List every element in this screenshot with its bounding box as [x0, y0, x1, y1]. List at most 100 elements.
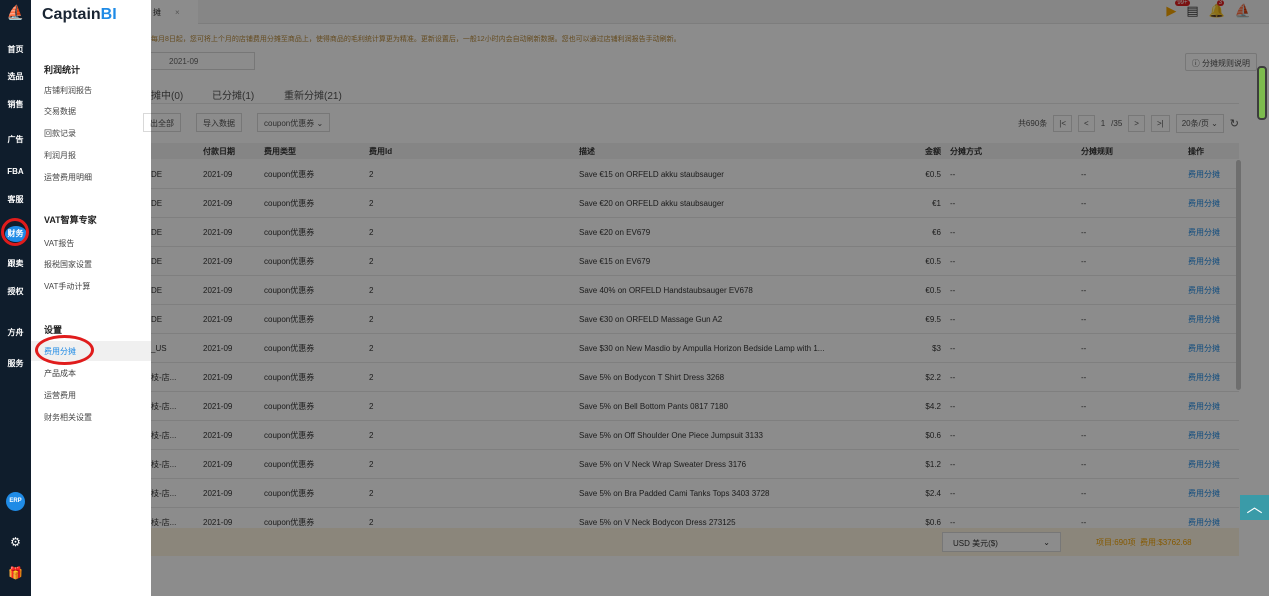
table-cell: Save €20 on EV679: [579, 227, 651, 237]
allocate-link[interactable]: 费用分摊: [1188, 392, 1238, 420]
menu-item[interactable]: VAT手动计算: [44, 281, 90, 292]
month-picker[interactable]: 2021-09: [151, 52, 255, 70]
table-cell: 枝-店...: [151, 372, 177, 382]
close-icon[interactable]: ×: [175, 8, 180, 17]
allocate-link[interactable]: 费用分摊: [1188, 450, 1238, 478]
column-header: 操作: [1188, 146, 1204, 156]
allocate-link[interactable]: 费用分摊: [1188, 479, 1238, 507]
table-cell: coupon优惠券: [264, 314, 315, 324]
rail-item-2[interactable]: 销售: [0, 99, 31, 111]
back-to-top-icon[interactable]: ︿: [1240, 495, 1269, 520]
highlight-circle-cost-allocation: [35, 335, 94, 365]
table-cell: DE: [151, 227, 163, 237]
refresh-icon[interactable]: ↻: [1230, 117, 1239, 130]
allocate-link[interactable]: 费用分摊: [1188, 276, 1238, 304]
rule-help-button[interactable]: ⓘ 分摊规则说明: [1184, 53, 1257, 71]
table-cell: coupon优惠券: [264, 401, 315, 411]
user-icon[interactable]: ⛵: [1235, 3, 1251, 19]
page-size-select[interactable]: 20条/页 ⌄: [1175, 114, 1224, 133]
table-cell: Save 5% on V Neck Wrap Sweater Dress 317…: [579, 459, 747, 469]
currency-select[interactable]: USD 美元($) ⌄: [942, 532, 1061, 552]
table-cell: --: [950, 459, 956, 469]
table-cell: $4.2: [925, 401, 941, 411]
video-icon[interactable]: ▶ 99+: [1166, 0, 1190, 19]
fee-type-select[interactable]: coupon优惠券 ⌄: [257, 113, 331, 132]
erp-button[interactable]: ERP: [6, 492, 25, 511]
prev-page-button[interactable]: <: [1078, 115, 1095, 132]
gift-icon[interactable]: 🎁: [0, 566, 31, 580]
rail-item-0[interactable]: 首页: [0, 44, 31, 56]
table-cell: 枝-店...: [151, 401, 177, 411]
table-row: 枝-店... 2021-09 coupon优惠券 2 Save 5% on Bra Pa…: [151, 479, 1239, 508]
table-cell: 枝-店...: [151, 488, 177, 498]
tab-allocated[interactable]: 已分摊(1): [212, 87, 254, 102]
notice-text: 每月8日起，您可将上个月的店铺费用分摊至商品上，使得商品的毛利统计算更为精准。更…: [151, 36, 681, 43]
table-cell: coupon优惠券: [264, 256, 315, 266]
menu-item[interactable]: VAT报告: [44, 238, 74, 249]
tab-reallocate[interactable]: 重新分摊(21): [284, 87, 342, 102]
allocate-link[interactable]: 费用分摊: [1188, 160, 1238, 188]
allocate-link[interactable]: 费用分摊: [1188, 334, 1238, 362]
table-row: DE 2021-09 coupon优惠券 2 Save €30 on ORFELD Ma…: [151, 305, 1239, 334]
table-cell: --: [950, 314, 956, 324]
menu-item[interactable]: 产品成本: [44, 368, 76, 379]
table-cell: Save $30 on New Masdio by Ampulla Horizo…: [579, 343, 825, 353]
table-cell: DE: [151, 256, 163, 266]
allocate-link[interactable]: 费用分摊: [1188, 218, 1238, 246]
settings-icon[interactable]: ⚙: [0, 535, 31, 549]
table-cell: --: [950, 285, 956, 295]
menu-item[interactable]: 财务相关设置: [44, 412, 92, 423]
allocate-link[interactable]: 费用分摊: [1188, 363, 1238, 391]
top-icons: ▶ 99+ ▤ 🔔 3 ⛵: [1166, 0, 1251, 19]
table-cell: --: [1081, 169, 1087, 179]
last-page-button[interactable]: >|: [1150, 115, 1170, 132]
allocate-link[interactable]: 费用分摊: [1188, 247, 1238, 275]
app-logo-icon[interactable]: ⛵: [0, 0, 31, 24]
next-page-button[interactable]: >: [1128, 115, 1145, 132]
table-cell: Save €20 on ORFELD akku staubsauger: [579, 198, 724, 208]
menu-item[interactable]: 交易数据: [44, 106, 76, 117]
table-cell: Save 5% on Bodycon T Shirt Dress 3268: [579, 372, 725, 382]
menu-item[interactable]: 利润月报: [44, 150, 76, 161]
table-scrollbar[interactable]: [1236, 160, 1241, 390]
rail-item-9[interactable]: 方舟: [0, 327, 31, 339]
table-row: 枝-店... 2021-09 coupon优惠券 2 Save 5% on Bell B…: [151, 392, 1239, 421]
table-cell: coupon优惠券: [264, 227, 315, 237]
rail-item-1[interactable]: 选品: [0, 71, 31, 83]
tab-pending[interactable]: 摊中(0): [151, 87, 183, 102]
table-cell: --: [1081, 401, 1087, 411]
table-cell: --: [950, 256, 956, 266]
table-cell: 2021-09: [203, 343, 233, 353]
table-cell: coupon优惠券: [264, 430, 315, 440]
menu-item[interactable]: 店铺利润报告: [44, 85, 92, 96]
tab-cost-allocation[interactable]: 摊 ×: [151, 0, 198, 24]
menu-item[interactable]: 报税国家设置: [44, 259, 92, 270]
table-cell: 2: [369, 430, 374, 440]
rail-item-8[interactable]: 授权: [0, 286, 31, 298]
rail-item-3[interactable]: 广告: [0, 134, 31, 146]
table-cell: €0.5: [925, 169, 941, 179]
rail-item-7[interactable]: 跟卖: [0, 258, 31, 270]
bell-icon[interactable]: 🔔 3: [1209, 0, 1225, 19]
table-cell: --: [950, 198, 956, 208]
export-all-button[interactable]: 出全部: [143, 113, 181, 132]
allocate-link[interactable]: 费用分摊: [1188, 189, 1238, 217]
menu-item[interactable]: 回款记录: [44, 128, 76, 139]
table-cell: coupon优惠券: [264, 372, 315, 382]
rail-item-5[interactable]: 客服: [0, 194, 31, 206]
menu-item[interactable]: 运营费用: [44, 390, 76, 401]
table-cell: --: [950, 227, 956, 237]
column-header: 金额: [925, 146, 941, 156]
rail-item-4[interactable]: FBA: [0, 166, 31, 178]
first-page-button[interactable]: |<: [1053, 115, 1073, 132]
table-cell: --: [1081, 488, 1087, 498]
page-current[interactable]: 1: [1101, 119, 1105, 128]
allocate-link[interactable]: 费用分摊: [1188, 305, 1238, 333]
menu-item[interactable]: 运营费用明细: [44, 172, 92, 183]
allocate-link[interactable]: 费用分摊: [1188, 421, 1238, 449]
table-row: DE 2021-09 coupon优惠券 2 Save €15 on EV679 €0.5…: [151, 247, 1239, 276]
table-cell: --: [1081, 285, 1087, 295]
table-cell: 2021-09: [203, 314, 233, 324]
import-button[interactable]: 导入数据: [196, 113, 242, 132]
rail-item-10[interactable]: 服务: [0, 358, 31, 370]
